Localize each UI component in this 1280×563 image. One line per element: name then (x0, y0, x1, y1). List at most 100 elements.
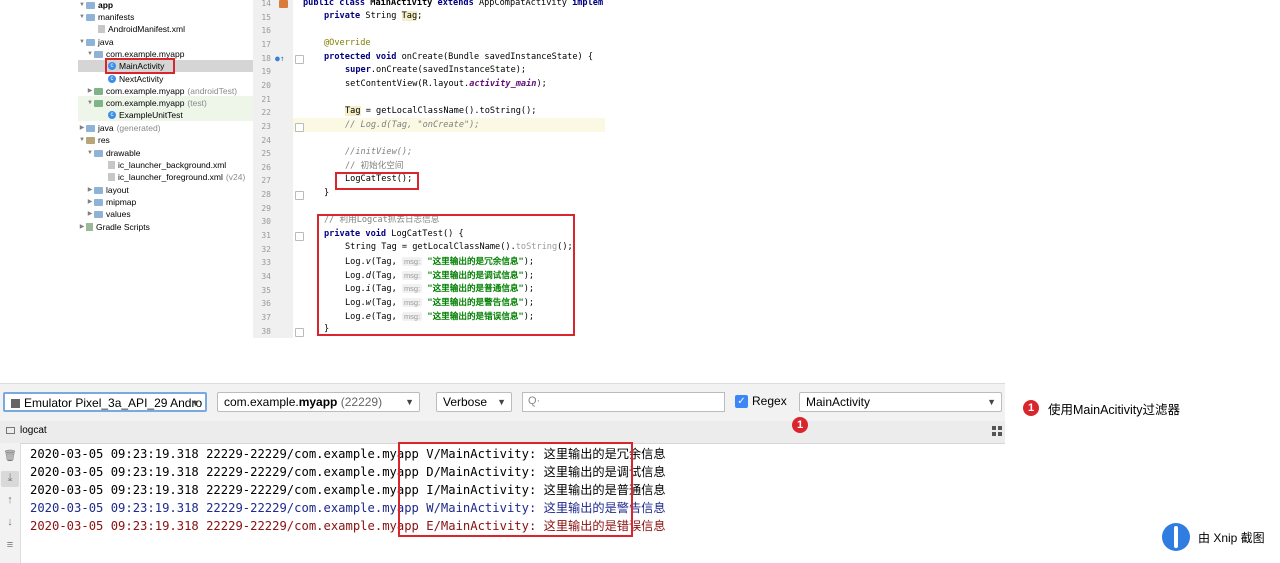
tree-item-app[interactable]: ▼ app (78, 0, 113, 11)
line-number: 18 (261, 53, 271, 63)
tree-item-res[interactable]: ▼ res (78, 134, 110, 146)
fold-marker-icon[interactable] (295, 191, 304, 201)
highlight-box-log-messages (398, 442, 633, 537)
tree-item-android-manifest[interactable]: AndroidManifest.xml (98, 23, 185, 35)
line-number: 27 (261, 176, 271, 186)
watermark-text: 由 Xnip 截图 (1198, 530, 1265, 545)
line-number: 34 (261, 272, 271, 281)
xnip-logo-icon (1162, 523, 1190, 551)
chevron-down-icon: ▼ (987, 397, 996, 407)
code-line-28: } (324, 188, 330, 198)
log-level-selector[interactable]: Verbose ▼ (436, 392, 512, 412)
folder-icon (86, 1, 95, 9)
chevron-down-icon[interactable]: ▼ (86, 48, 94, 60)
chevron-down-icon[interactable]: ▼ (86, 147, 94, 159)
implement-marker-icon[interactable]: ●↑ (275, 54, 285, 63)
tree-item-ic-launcher-background[interactable]: ic_launcher_background.xml (108, 159, 226, 171)
tree-item-java[interactable]: ▼ java (78, 36, 114, 48)
tree-item-ic-launcher-foreground[interactable]: ic_launcher_foreground.xml (v24) (108, 171, 245, 183)
tree-item-next-activity[interactable]: c NextActivity (108, 73, 163, 85)
trash-icon[interactable]: 🗑 (3, 449, 17, 462)
chevron-right-icon[interactable]: ▶ (78, 221, 86, 233)
fold-marker-icon[interactable] (295, 122, 304, 132)
resource-ref: activity_main (469, 79, 537, 89)
logcat-icon (6, 427, 15, 434)
line-number: 21 (261, 94, 271, 104)
chevron-down-icon[interactable]: ▼ (78, 11, 86, 23)
fold-marker-icon[interactable] (295, 327, 304, 337)
folder-icon (86, 136, 95, 144)
arrow-up-icon[interactable]: ↑ (3, 494, 17, 506)
code-text: .onCreate(savedInstanceState); (370, 65, 527, 75)
annotation-badge: 1 (792, 417, 808, 433)
gradle-icon (86, 223, 93, 231)
code-line-25: //initView(); (345, 147, 413, 157)
code-text: String (365, 11, 402, 21)
log-prefix: 2020-03-05 09:23:19.318 22229-22229/com.… (30, 501, 427, 515)
code-text: ; (417, 11, 423, 21)
tree-item-layout[interactable]: ▶ layout (86, 184, 129, 196)
chevron-down-icon[interactable]: ▼ (78, 134, 86, 146)
folder-icon (86, 38, 95, 46)
chevron-down-icon: ▼ (497, 397, 506, 407)
chevron-down-icon[interactable]: ▼ (78, 36, 86, 48)
device-selector[interactable]: Emulator Pixel_3a_API_29 Andro ▼ (3, 392, 207, 412)
line-number: 20 (261, 80, 271, 90)
tab-logcat[interactable]: logcat (6, 425, 47, 436)
keyword: public class (303, 0, 371, 8)
tree-item-package-test[interactable]: ▼ com.example.myapp (test) (86, 97, 207, 109)
tree-label: NextActivity (119, 74, 164, 84)
regex-checkbox[interactable]: ✓ (735, 395, 748, 408)
filter-selector[interactable]: MainActivity ▼ (799, 392, 1002, 412)
legend-text: 使用MainAcitivity过滤器 (1048, 403, 1180, 417)
scroll-to-end-icon[interactable]: ⤓ (3, 472, 17, 485)
fold-marker-icon[interactable] (295, 54, 304, 64)
regex-label: Regex (752, 394, 787, 408)
tree-label: drawable (106, 148, 141, 158)
line-number: 38 (261, 326, 271, 336)
fold-marker-icon[interactable] (295, 232, 304, 242)
code-text: = getLocalClassName().toString(); (360, 106, 537, 116)
line-number: 19 (261, 67, 271, 77)
variable: Tag (345, 106, 361, 116)
tree-label: ic_launcher_foreground.xml (118, 172, 223, 182)
line-number: 35 (261, 285, 271, 295)
tree-item-gradle-scripts[interactable]: ▶ Gradle Scripts (78, 221, 150, 233)
line-number: 14 (261, 0, 271, 8)
chevron-right-icon[interactable]: ▶ (86, 85, 94, 97)
layout-icon[interactable] (992, 426, 1003, 437)
search-input[interactable]: Q· (522, 392, 725, 412)
line-number: 31 (261, 231, 271, 241)
tree-item-values[interactable]: ▶ values (86, 208, 131, 220)
chevron-right-icon[interactable]: ▶ (86, 196, 94, 208)
code-editor[interactable]: 14 15 16 17 18 19 20 21 22 23 24 25 26 27 28 29 30 31 32 33… (253, 0, 605, 338)
tree-item-manifests[interactable]: ▼ manifests (78, 11, 134, 23)
arrow-down-icon[interactable]: ↓ (3, 516, 17, 528)
chevron-right-icon[interactable]: ▶ (86, 208, 94, 220)
xml-file-icon (108, 161, 115, 169)
soft-wrap-icon[interactable]: ≡ (3, 539, 17, 551)
line-number: 28 (261, 190, 271, 200)
chevron-right-icon[interactable]: ▶ (78, 122, 86, 134)
process-selector[interactable]: com.example.myapp (22229) ▼ (217, 392, 420, 412)
chevron-right-icon[interactable]: ▶ (86, 184, 94, 196)
tree-item-example-unit-test[interactable]: c ExampleUnitTest (108, 109, 183, 121)
log-prefix: 2020-03-05 09:23:19.318 22229-22229/com.… (30, 465, 427, 479)
tree-item-mipmap[interactable]: ▶ mipmap (86, 196, 137, 208)
code-text: setContentView(R.layout. (345, 79, 470, 89)
keyword: protected void (324, 52, 402, 62)
override-marker-icon[interactable] (279, 0, 288, 8)
folder-icon (94, 210, 103, 218)
chevron-down-icon[interactable]: ▼ (78, 0, 86, 11)
tree-item-drawable[interactable]: ▼ drawable (86, 147, 141, 159)
tree-item-java-generated[interactable]: ▶ java (generated) (78, 122, 161, 134)
process-name: myapp (298, 395, 338, 409)
keyword: implem (572, 0, 604, 8)
device-value: Emulator Pixel_3a_API_29 Andro (24, 396, 203, 410)
process-prefix: com.example. (224, 395, 299, 409)
line-number: 24 (261, 135, 271, 145)
log-prefix: 2020-03-05 09:23:19.318 22229-22229/com.… (30, 519, 427, 533)
chevron-down-icon[interactable]: ▼ (86, 97, 94, 109)
tree-item-package-android-test[interactable]: ▶ com.example.myapp (androidTest) (86, 85, 237, 97)
chevron-down-icon: ▼ (191, 398, 200, 408)
